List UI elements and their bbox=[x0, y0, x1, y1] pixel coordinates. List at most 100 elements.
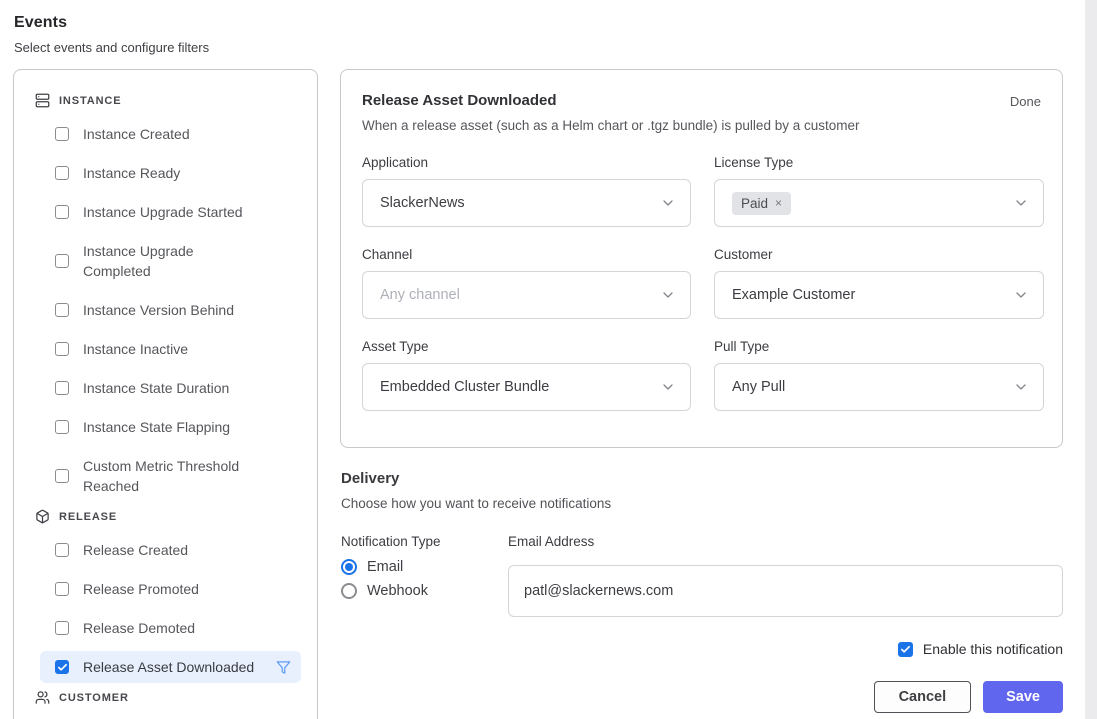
event-sidebar: INSTANCE Instance Created Instance Ready… bbox=[13, 69, 318, 719]
field-pull-type: Pull Type Any Pull bbox=[714, 339, 1044, 411]
field-channel: Channel Any channel bbox=[362, 247, 691, 319]
section-label: CUSTOMER bbox=[59, 692, 129, 704]
enable-notification-row[interactable]: Enable this notification bbox=[341, 641, 1063, 657]
field-application: Application SlackerNews bbox=[362, 155, 691, 227]
chevron-down-icon bbox=[660, 287, 676, 303]
event-label: Instance Upgrade Started bbox=[83, 202, 243, 222]
checkbox-unchecked[interactable] bbox=[55, 621, 69, 635]
pull-type-select[interactable]: Any Pull bbox=[714, 363, 1044, 411]
radio-label: Webhook bbox=[367, 583, 428, 599]
field-label: License Type bbox=[714, 155, 1044, 170]
checkbox-unchecked[interactable] bbox=[55, 420, 69, 434]
select-value: Example Customer bbox=[732, 287, 855, 303]
event-row-release-asset-downloaded[interactable]: Release Asset Downloaded bbox=[40, 651, 301, 683]
checkbox-unchecked[interactable] bbox=[55, 254, 69, 268]
checkbox-unchecked[interactable] bbox=[55, 582, 69, 596]
event-row-instance-version-behind[interactable]: Instance Version Behind bbox=[40, 294, 301, 326]
filter-card: Release Asset Downloaded When a release … bbox=[340, 69, 1063, 448]
server-icon bbox=[35, 93, 50, 108]
field-label: Application bbox=[362, 155, 691, 170]
chevron-down-icon bbox=[1013, 195, 1029, 211]
radio-email[interactable]: Email bbox=[341, 559, 508, 575]
checkbox-unchecked[interactable] bbox=[55, 543, 69, 557]
select-value: Embedded Cluster Bundle bbox=[380, 379, 549, 395]
checkbox-unchecked[interactable] bbox=[55, 469, 69, 483]
field-asset-type: Asset Type Embedded Cluster Bundle bbox=[362, 339, 691, 411]
field-label: Pull Type bbox=[714, 339, 1044, 354]
event-label: Instance Upgrade Completed bbox=[83, 241, 263, 281]
application-select[interactable]: SlackerNews bbox=[362, 179, 691, 227]
customer-select[interactable]: Example Customer bbox=[714, 271, 1044, 319]
section-header-customer: CUSTOMER bbox=[30, 690, 301, 705]
checkbox-unchecked[interactable] bbox=[55, 127, 69, 141]
page-header: Events Select events and configure filte… bbox=[14, 14, 209, 55]
field-label: Customer bbox=[714, 247, 1044, 262]
enable-checkbox-checked[interactable] bbox=[898, 642, 913, 657]
license-type-select[interactable]: Paid × bbox=[714, 179, 1044, 227]
delivery-subtitle: Choose how you want to receive notificat… bbox=[341, 496, 1063, 511]
radio-selected-icon[interactable] bbox=[341, 559, 357, 575]
checkbox-checked[interactable] bbox=[55, 660, 69, 674]
filter-icon[interactable] bbox=[276, 660, 291, 675]
radio-label: Email bbox=[367, 559, 403, 575]
select-placeholder: Any channel bbox=[380, 287, 460, 303]
scrollbar-gutter[interactable] bbox=[1085, 0, 1097, 719]
event-row-release-created[interactable]: Release Created bbox=[40, 534, 301, 566]
page-subtitle: Select events and configure filters bbox=[14, 40, 209, 55]
chevron-down-icon bbox=[1013, 287, 1029, 303]
filter-card-title: Release Asset Downloaded bbox=[362, 92, 859, 109]
event-row-instance-created[interactable]: Instance Created bbox=[40, 118, 301, 150]
check-icon bbox=[900, 644, 911, 655]
event-row-instance-ready[interactable]: Instance Ready bbox=[40, 157, 301, 189]
chevron-down-icon bbox=[660, 195, 676, 211]
radio-webhook[interactable]: Webhook bbox=[341, 583, 508, 599]
event-label: Instance Version Behind bbox=[83, 300, 234, 320]
event-row-instance-state-duration[interactable]: Instance State Duration bbox=[40, 372, 301, 404]
tag-label: Paid bbox=[741, 196, 768, 211]
delivery-section: Delivery Choose how you want to receive … bbox=[341, 470, 1063, 713]
event-row-custom-metric-threshold[interactable]: Custom Metric Threshold Reached bbox=[40, 450, 301, 502]
channel-select[interactable]: Any channel bbox=[362, 271, 691, 319]
field-license-type: License Type Paid × bbox=[714, 155, 1044, 227]
asset-type-select[interactable]: Embedded Cluster Bundle bbox=[362, 363, 691, 411]
event-row-instance-state-flapping[interactable]: Instance State Flapping bbox=[40, 411, 301, 443]
event-row-release-promoted[interactable]: Release Promoted bbox=[40, 573, 301, 605]
page-title: Events bbox=[14, 14, 209, 32]
event-label: Instance State Duration bbox=[83, 378, 229, 398]
cancel-button[interactable]: Cancel bbox=[874, 681, 972, 713]
field-label: Channel bbox=[362, 247, 691, 262]
section-header-release: RELEASE bbox=[30, 509, 301, 524]
event-label: Release Created bbox=[83, 540, 188, 560]
email-address-input[interactable] bbox=[508, 565, 1063, 617]
field-customer: Customer Example Customer bbox=[714, 247, 1044, 319]
save-button[interactable]: Save bbox=[983, 681, 1063, 713]
package-icon bbox=[35, 509, 50, 524]
tag-remove-icon[interactable]: × bbox=[775, 196, 782, 210]
chevron-down-icon bbox=[1013, 379, 1029, 395]
section-label: RELEASE bbox=[59, 511, 117, 523]
event-label: Instance Created bbox=[83, 124, 190, 144]
radio-unselected-icon[interactable] bbox=[341, 583, 357, 599]
checkbox-unchecked[interactable] bbox=[55, 303, 69, 317]
checkbox-unchecked[interactable] bbox=[55, 166, 69, 180]
event-row-instance-upgrade-completed[interactable]: Instance Upgrade Completed bbox=[40, 235, 301, 287]
event-label: Release Promoted bbox=[83, 579, 199, 599]
event-label: Release Demoted bbox=[83, 618, 195, 638]
select-value: Any Pull bbox=[732, 379, 785, 395]
chevron-down-icon bbox=[660, 379, 676, 395]
checkbox-unchecked[interactable] bbox=[55, 381, 69, 395]
event-label: Release Asset Downloaded bbox=[83, 657, 254, 677]
event-row-release-demoted[interactable]: Release Demoted bbox=[40, 612, 301, 644]
event-row-instance-inactive[interactable]: Instance Inactive bbox=[40, 333, 301, 365]
users-icon bbox=[35, 690, 50, 705]
done-link[interactable]: Done bbox=[1010, 94, 1041, 109]
event-row-instance-upgrade-started[interactable]: Instance Upgrade Started bbox=[40, 196, 301, 228]
section-header-instance: INSTANCE bbox=[30, 93, 301, 108]
checkbox-unchecked[interactable] bbox=[55, 342, 69, 356]
checkbox-unchecked[interactable] bbox=[55, 205, 69, 219]
event-label: Instance Inactive bbox=[83, 339, 188, 359]
email-address-label: Email Address bbox=[508, 534, 1063, 549]
section-label: INSTANCE bbox=[59, 95, 121, 107]
filter-card-description: When a release asset (such as a Helm cha… bbox=[362, 118, 859, 133]
field-label: Asset Type bbox=[362, 339, 691, 354]
